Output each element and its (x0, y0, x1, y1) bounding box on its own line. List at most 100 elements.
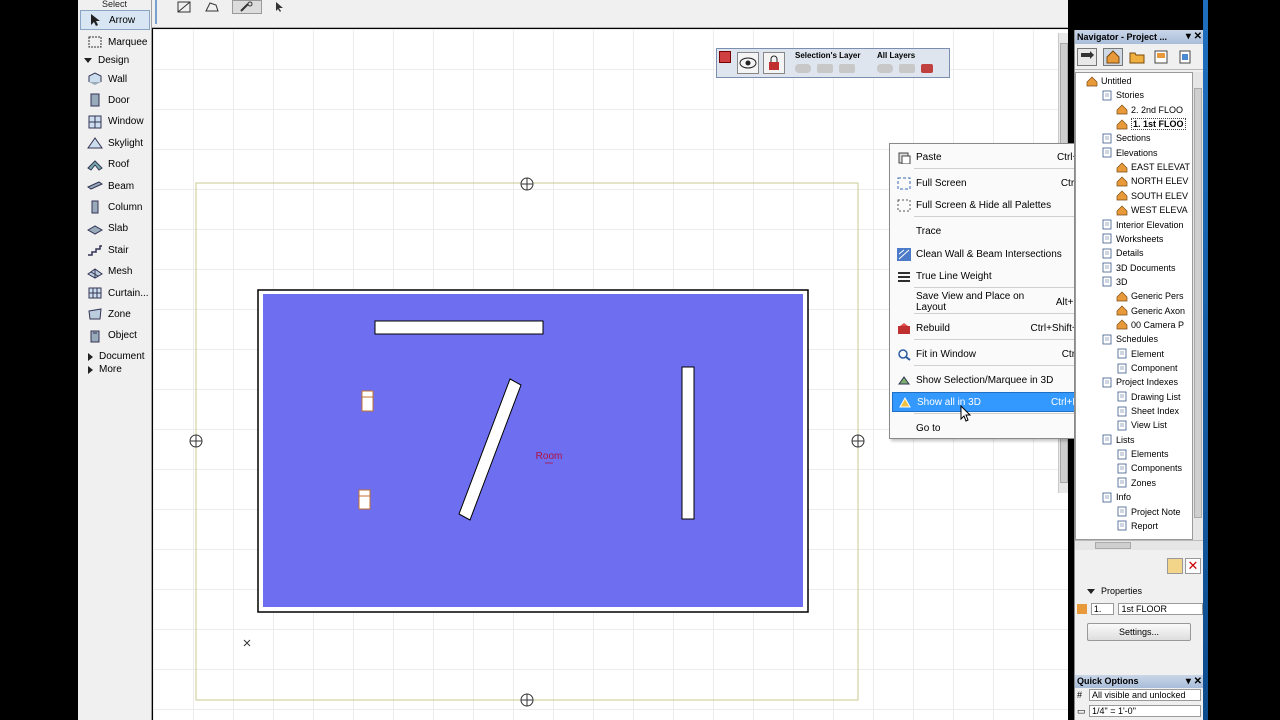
tool-wall[interactable]: Wall (80, 69, 150, 89)
tree-item-generic-pers[interactable]: Generic Pers (1116, 289, 1184, 303)
menu-item-fit-in-window[interactable]: Fit in WindowCtrl+' (892, 344, 1097, 364)
properties-toggle[interactable]: Properties (1087, 586, 1142, 596)
tool-beam[interactable]: Beam (80, 176, 150, 196)
tree-item-project-note[interactable]: Project Note (1116, 505, 1181, 519)
new-folder-icon[interactable] (1167, 558, 1183, 574)
layer-combination-select[interactable]: All visible and unlocked (1089, 689, 1201, 701)
publisher-button[interactable] (1177, 50, 1193, 64)
tool-object[interactable]: Object (80, 326, 150, 346)
tree-item-report[interactable]: Report (1116, 519, 1158, 533)
lock-toggle-button[interactable] (763, 52, 785, 74)
tree-item-worksheets[interactable]: Worksheets (1101, 232, 1163, 246)
tree-vertical-scrollbar[interactable] (1193, 72, 1203, 540)
tool-stair[interactable]: Stair (80, 240, 150, 260)
menu-item-full-screen[interactable]: Full Screen Ctrl+\ (892, 173, 1097, 193)
tree-item-interior-elevation[interactable]: Interior Elevation (1101, 218, 1184, 232)
all-layers-show-button[interactable] (877, 64, 893, 73)
tree-item-components[interactable]: Components (1116, 461, 1182, 475)
tree-item-1-1st-floo[interactable]: 1. 1st FLOO (1116, 117, 1186, 131)
layout-book-button[interactable] (1153, 50, 1169, 64)
project-map-button[interactable] (1103, 48, 1123, 66)
menu-item-rebuild[interactable]: Rebuild Ctrl+Shift+R (892, 318, 1097, 338)
document-icon (1116, 463, 1128, 474)
quick-options-title-bar[interactable]: Quick Options ▾ ✕ (1075, 675, 1205, 688)
tool-arrow[interactable]: Arrow (80, 10, 150, 30)
sel-layer-hide-button[interactable] (795, 64, 811, 73)
tool-column[interactable]: Column (80, 197, 150, 217)
tree-item-info[interactable]: Info (1101, 490, 1131, 504)
tree-item-details[interactable]: Details (1101, 246, 1144, 260)
menu-item-true-line-weight[interactable]: True Line Weight (892, 266, 1097, 286)
scale-select[interactable]: 1/4" = 1'-0" (1089, 705, 1201, 717)
tree-item-schedules[interactable]: Schedules (1101, 332, 1158, 346)
menu-item-show-selection-marquee-in-3d[interactable]: Show Selection/Marquee in 3DF5 (892, 370, 1097, 390)
tree-item-generic-axon[interactable]: Generic Axon (1116, 304, 1185, 318)
magic-wand-button[interactable] (232, 0, 262, 14)
tool-skylight[interactable]: Skylight (80, 133, 150, 153)
design-group-toggle[interactable]: Design (84, 55, 129, 66)
tool-marquee[interactable]: Marquee (80, 32, 150, 52)
polygon-method-button[interactable] (202, 0, 222, 14)
story-name-field[interactable]: 1st FLOOR (1118, 603, 1203, 615)
left-black-border (0, 0, 78, 720)
tool-roof-label: Roof (108, 159, 130, 171)
tree-horizontal-scrollbar[interactable] (1075, 540, 1203, 550)
tree-item-3d-documents[interactable]: 3D Documents (1101, 261, 1176, 275)
tree-item-00-camera-p[interactable]: 00 Camera P (1116, 318, 1184, 332)
navigator-menu-button[interactable] (1077, 48, 1097, 66)
tree-item-sheet-index[interactable]: Sheet Index (1116, 404, 1179, 418)
tree-item-elements[interactable]: Elements (1116, 447, 1169, 461)
tree-item-south-elev[interactable]: SOUTH ELEV (1116, 189, 1188, 203)
tree-item-east-elevat[interactable]: EAST ELEVAT (1116, 160, 1190, 174)
tree-item-west-eleva[interactable]: WEST ELEVA (1116, 203, 1188, 217)
menu-item-trace[interactable]: Trace (892, 221, 1097, 241)
tool-slab[interactable]: Slab (80, 219, 150, 239)
menu-item-paste[interactable]: Paste Ctrl+V (892, 147, 1097, 167)
tool-door[interactable]: Door (80, 90, 150, 110)
tool-zone[interactable]: Zone (80, 304, 150, 324)
palette-close-icon[interactable] (719, 51, 731, 63)
tree-item-zones[interactable]: Zones (1116, 476, 1156, 490)
tool-curtain[interactable]: Curtain... (80, 283, 150, 303)
more-group-toggle[interactable]: More (88, 364, 122, 375)
delete-icon[interactable]: ✕ (1185, 558, 1201, 574)
document-icon (1116, 406, 1128, 417)
navigator-title-bar[interactable]: Navigator - Project ... ▾ ✕ (1075, 30, 1205, 44)
tree-item-stories[interactable]: Stories (1101, 88, 1144, 102)
tool-roof[interactable]: Roof (80, 155, 150, 175)
all-layers-lock-button[interactable] (899, 64, 915, 73)
tree-item-3d[interactable]: 3D (1101, 275, 1128, 289)
tree-item-element[interactable]: Element (1116, 347, 1164, 361)
tree-item-drawing-list[interactable]: Drawing List (1116, 390, 1181, 404)
all-layers-unlock-button[interactable] (921, 64, 933, 73)
menu-item-go-to[interactable]: Go to (892, 418, 1097, 438)
menu-item-clean-wall-beam-intersections[interactable]: Clean Wall & Beam Intersections (892, 244, 1097, 264)
tool-mesh[interactable]: Mesh (80, 262, 150, 282)
tree-item-lists[interactable]: Lists (1101, 433, 1135, 447)
pointer-button[interactable] (270, 0, 290, 14)
story-id-field[interactable]: 1. (1090, 603, 1115, 615)
rebuild-icon (896, 321, 912, 335)
tree-item-sections[interactable]: Sections (1101, 131, 1151, 145)
tree-item-project-indexes[interactable]: Project Indexes (1101, 375, 1178, 389)
navigator-close-icon[interactable]: ▾ ✕ (1186, 30, 1202, 44)
view-icon (1116, 119, 1128, 130)
menu-item-show-all-in-3d[interactable]: Show all in 3D Ctrl+F5 (892, 392, 1097, 412)
geometry-method-button[interactable] (174, 0, 194, 14)
settings-button[interactable]: Settings... (1087, 623, 1191, 641)
quick-options-close-icon[interactable]: ▾ ✕ (1186, 675, 1202, 688)
sel-layer-wire-button[interactable] (839, 64, 855, 73)
tool-window[interactable]: Window (80, 112, 150, 132)
view-map-button[interactable] (1129, 50, 1145, 64)
tree-item-view-list[interactable]: View List (1116, 418, 1167, 432)
document-group-toggle[interactable]: Document (88, 351, 145, 362)
tree-item-north-elev[interactable]: NORTH ELEV (1116, 174, 1188, 188)
sel-layer-lock-button[interactable] (817, 64, 833, 73)
tree-item-component[interactable]: Component (1116, 361, 1178, 375)
menu-item-full-screen-hide-all-palettes[interactable]: Full Screen & Hide all Palettes (892, 195, 1097, 215)
eye-toggle-button[interactable] (737, 52, 759, 74)
tree-item-2-2nd-floo[interactable]: 2. 2nd FLOO (1116, 103, 1183, 117)
menu-item-save-view-and-place-on-layout[interactable]: Save View and Place on Layout Alt+F7 (892, 291, 1097, 313)
tree-item-untitled[interactable]: Untitled (1086, 74, 1132, 88)
tree-item-elevations[interactable]: Elevations (1101, 146, 1158, 160)
